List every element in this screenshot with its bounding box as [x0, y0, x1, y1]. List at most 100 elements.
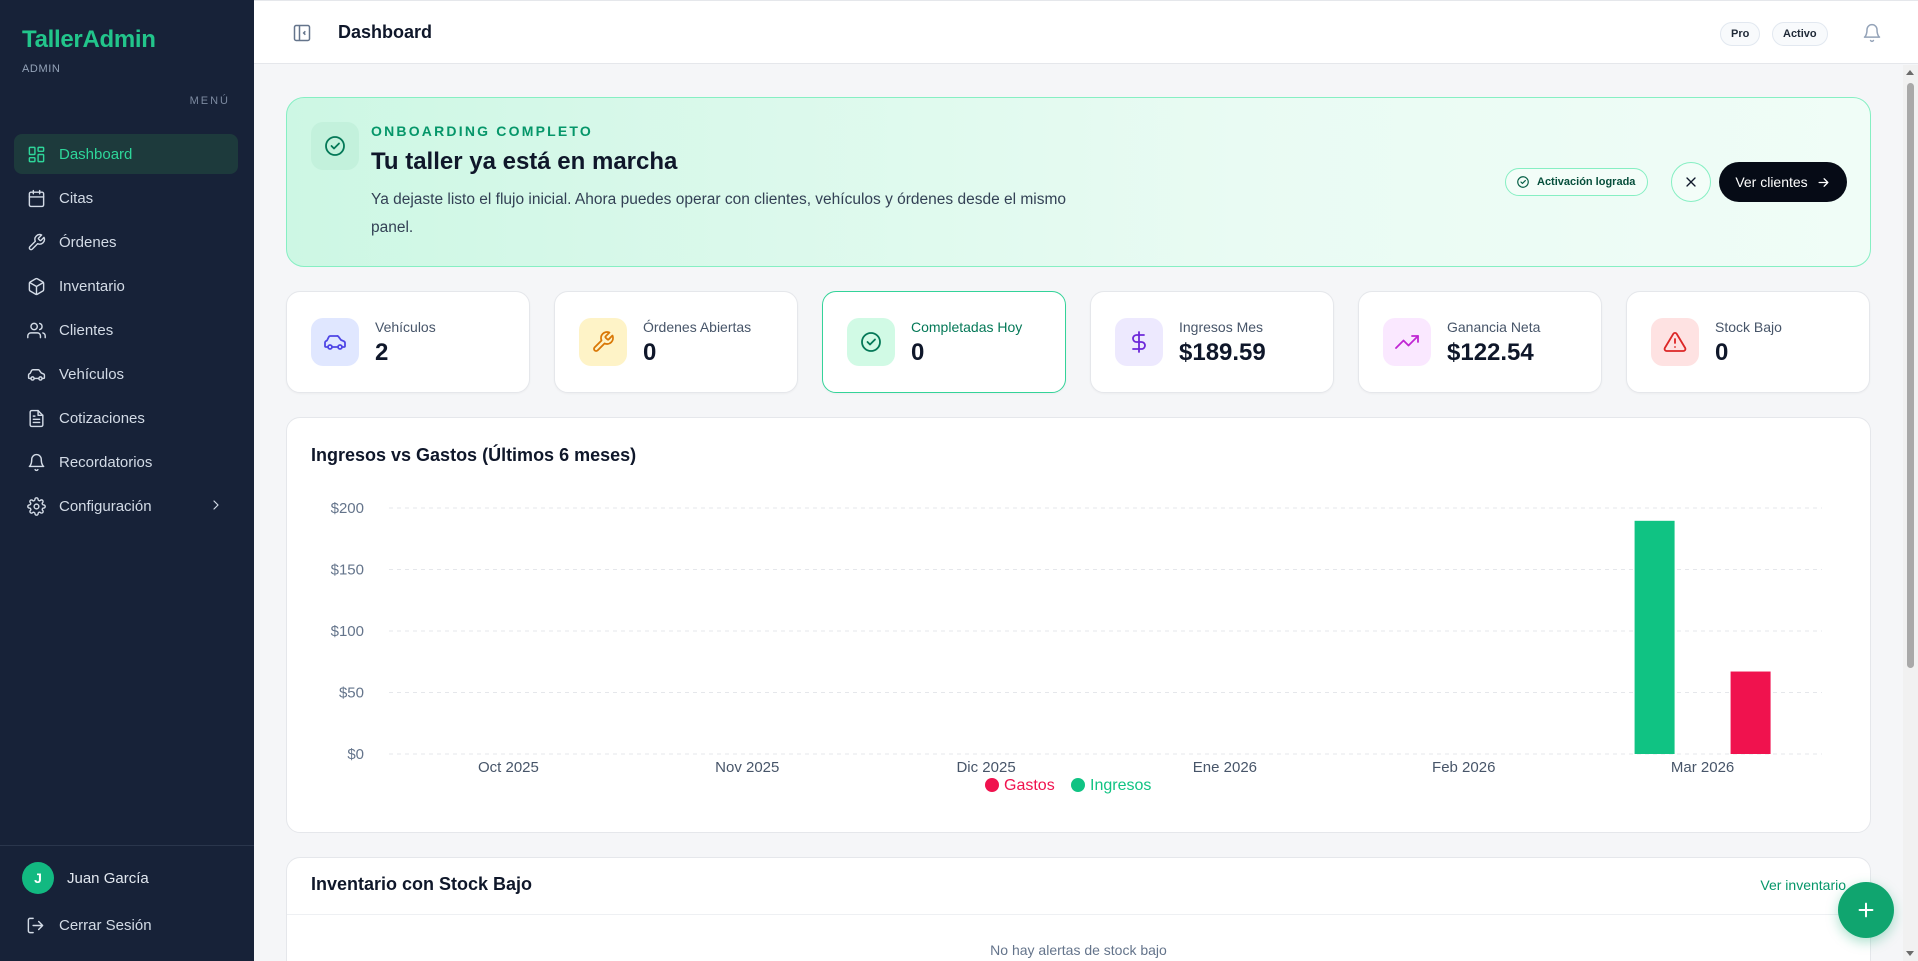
- stat-value: 0: [1715, 339, 1729, 366]
- main-content: ONBOARDING COMPLETO Tu taller ya está en…: [254, 65, 1904, 961]
- x-tick-label: Oct 2025: [478, 759, 539, 776]
- sidebar-item-clientes[interactable]: Clientes: [14, 310, 238, 350]
- stat-label: Stock Bajo: [1715, 319, 1782, 335]
- sidebar-item-configuracion[interactable]: Configuración: [14, 486, 238, 526]
- alert-triangle-icon: [1651, 318, 1699, 366]
- income-expense-chart-card: Ingresos vs Gastos (Últimos 6 meses) $0 $…: [286, 417, 1871, 833]
- user-profile[interactable]: J Juan García: [22, 862, 149, 894]
- page-scrollbar[interactable]: [1903, 65, 1918, 961]
- view-inventory-link[interactable]: Ver inventario: [1760, 877, 1846, 893]
- stat-card-ganancia-neta[interactable]: Ganancia Neta $122.54: [1358, 291, 1602, 393]
- stat-label: Vehículos: [375, 319, 436, 335]
- plan-badge: Pro: [1720, 22, 1761, 46]
- sidebar-item-vehiculos[interactable]: Vehículos: [14, 354, 238, 394]
- x-tick-label: Dic 2025: [956, 759, 1015, 776]
- income-expense-chart: $0 $50 $100 $150 $200 Oct 2025 Nov 2025 Dic 202…: [331, 500, 1822, 794]
- car-icon: [311, 318, 359, 366]
- stat-card-vehiculos[interactable]: Vehículos 2: [286, 291, 530, 393]
- check-circle-icon: [1517, 176, 1529, 188]
- bar-gastos: [1730, 671, 1771, 754]
- check-circle-icon: [311, 122, 359, 170]
- low-stock-empty-message: No hay alertas de stock bajo: [990, 942, 1167, 958]
- stat-label: Ganancia Neta: [1447, 319, 1541, 335]
- sidebar-item-label: Cotizaciones: [59, 409, 145, 427]
- sidebar: TallerAdmin ADMIN MENÚ Dashboard Citas Ó…: [0, 0, 254, 961]
- stat-value: 2: [375, 339, 389, 366]
- low-stock-card: Inventario con Stock Bajo Ver inventario…: [286, 857, 1871, 961]
- arrow-right-icon: [1818, 177, 1829, 187]
- file-icon: [26, 408, 46, 428]
- stat-card-completadas-hoy[interactable]: Completadas Hoy 0: [822, 291, 1066, 393]
- trending-up-icon: [1383, 318, 1431, 366]
- y-tick-label: $200: [331, 500, 364, 517]
- y-tick-label: $100: [331, 623, 364, 640]
- add-fab-button[interactable]: [1838, 882, 1894, 938]
- status-badge: Activo: [1772, 22, 1828, 46]
- legend-label: Ingresos: [1090, 777, 1151, 794]
- sidebar-item-label: Recordatorios: [59, 453, 153, 471]
- stat-card-ordenes-abiertas[interactable]: Órdenes Abiertas 0: [554, 291, 798, 393]
- legend-swatch: [985, 778, 999, 792]
- sidebar-item-citas[interactable]: Citas: [14, 178, 238, 218]
- check-circle-icon: [847, 318, 895, 366]
- calendar-icon: [26, 188, 46, 208]
- role-label: ADMIN: [22, 63, 61, 75]
- stat-card-stock-bajo[interactable]: Stock Bajo 0: [1626, 291, 1870, 393]
- notifications-bell-icon[interactable]: [1862, 23, 1882, 43]
- legend-label: Gastos: [1004, 777, 1055, 794]
- logout-label: Cerrar Sesión: [59, 917, 152, 934]
- y-tick-label: $50: [339, 685, 364, 702]
- sidebar-item-label: Configuración: [59, 497, 152, 515]
- dashboard-icon: [26, 144, 46, 164]
- sidebar-item-inventario[interactable]: Inventario: [14, 266, 238, 306]
- top-header: Dashboard Pro Activo: [254, 0, 1918, 64]
- stat-value: $189.59: [1179, 339, 1266, 366]
- legend-swatch: [1071, 778, 1085, 792]
- x-tick-label: Mar 2026: [1671, 759, 1734, 776]
- sidebar-footer: J Juan García Cerrar Sesión: [0, 845, 254, 961]
- car-icon: [26, 364, 46, 384]
- y-tick-label: $0: [347, 746, 364, 763]
- onboarding-title: Tu taller ya está en marcha: [371, 148, 678, 175]
- logout-button[interactable]: Cerrar Sesión: [26, 916, 152, 935]
- page-title: Dashboard: [338, 22, 433, 42]
- wrench-icon: [579, 318, 627, 366]
- stat-label: Completadas Hoy: [911, 319, 1023, 335]
- scroll-down-arrow[interactable]: [1906, 951, 1914, 956]
- dollar-icon: [1115, 318, 1163, 366]
- sidebar-item-dashboard[interactable]: Dashboard: [14, 134, 238, 174]
- sidebar-item-label: Clientes: [59, 321, 114, 339]
- sidebar-item-recordatorios[interactable]: Recordatorios: [14, 442, 238, 482]
- bell-icon: [26, 452, 46, 472]
- brand-logo[interactable]: TallerAdmin: [22, 26, 156, 54]
- plus-icon: [1858, 902, 1874, 918]
- activation-badge-label: Activación lograda: [1537, 176, 1636, 188]
- scroll-up-arrow[interactable]: [1906, 70, 1914, 75]
- sidebar-item-label: Citas: [59, 189, 94, 207]
- user-name: Juan García: [67, 869, 149, 887]
- chevron-right-icon: [208, 497, 224, 513]
- x-tick-label: Feb 2026: [1432, 759, 1495, 776]
- sidebar-item-label: Vehículos: [59, 365, 125, 383]
- onboarding-description: Ya dejaste listo el flujo inicial. Ahora…: [371, 191, 1067, 236]
- stat-value: 0: [911, 339, 925, 366]
- stat-value: $122.54: [1447, 339, 1534, 366]
- view-clients-label: Ver clientes: [1735, 174, 1808, 190]
- gear-icon: [26, 496, 46, 516]
- activation-badge: Activación lograda: [1505, 168, 1649, 196]
- sidebar-item-ordenes[interactable]: Órdenes: [14, 222, 238, 262]
- sidebar-item-cotizaciones[interactable]: Cotizaciones: [14, 398, 238, 438]
- wrench-icon: [26, 232, 46, 252]
- menu-section-label: MENÚ: [189, 95, 230, 107]
- stat-card-ingresos-mes[interactable]: Ingresos Mes $189.59: [1090, 291, 1334, 393]
- view-clients-button[interactable]: Ver clientes: [1719, 162, 1847, 202]
- scroll-thumb[interactable]: [1907, 83, 1914, 668]
- x-tick-label: Nov 2025: [715, 759, 779, 776]
- y-tick-label: $150: [331, 562, 364, 579]
- low-stock-title: Inventario con Stock Bajo: [311, 874, 533, 894]
- stat-value: 0: [643, 339, 657, 366]
- sidebar-toggle-icon[interactable]: [292, 23, 312, 43]
- stats-row: Vehículos 2 Órdenes Abiertas 0 Completad…: [286, 291, 1871, 393]
- dismiss-banner-button[interactable]: [1671, 162, 1711, 202]
- logout-icon: [27, 917, 44, 934]
